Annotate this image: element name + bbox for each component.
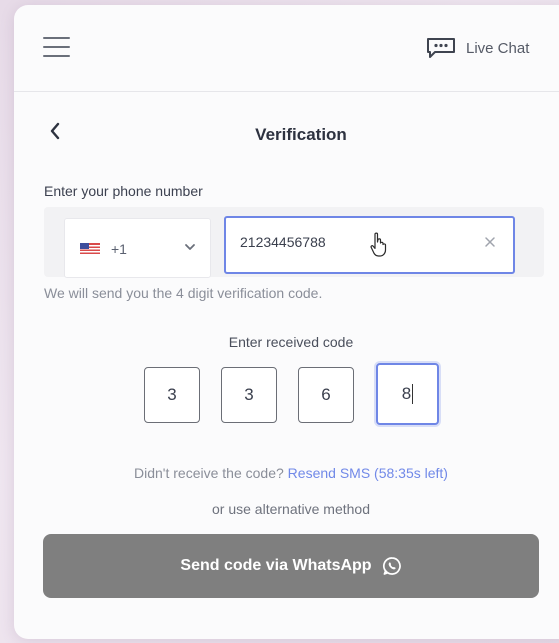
- country-dial-code: +1: [111, 241, 127, 257]
- verification-note: We will send you the 4 digit verificatio…: [44, 285, 323, 301]
- verification-card: Live Chat Verification Enter your phone …: [14, 5, 559, 639]
- phone-number-input[interactable]: [240, 234, 440, 250]
- code-digit-1-value: 3: [167, 385, 177, 404]
- resend-prompt: Didn't receive the code?: [134, 465, 284, 481]
- chat-bubble-icon: [427, 38, 455, 58]
- phone-number-label: Enter your phone number: [44, 183, 203, 199]
- hamburger-icon[interactable]: [43, 37, 70, 57]
- alternative-method-text: or use alternative method: [212, 501, 370, 517]
- us-flag-icon: [80, 243, 100, 254]
- resend-line: Didn't receive the code? Resend SMS (58:…: [44, 465, 538, 481]
- code-digit-2[interactable]: 3: [221, 367, 277, 423]
- send-via-whatsapp-button[interactable]: Send code via WhatsApp: [43, 534, 539, 598]
- code-digit-4[interactable]: 8: [376, 363, 439, 425]
- code-digit-3-value: 6: [321, 385, 331, 404]
- code-digit-3[interactable]: 6: [298, 367, 354, 423]
- code-digit-2-value: 3: [244, 385, 254, 404]
- resend-sms-link[interactable]: Resend SMS (58:35s left): [288, 465, 448, 481]
- whatsapp-icon: [382, 557, 401, 575]
- whatsapp-button-label: Send code via WhatsApp: [180, 557, 372, 574]
- page-title: Verification: [255, 125, 347, 144]
- code-label: Enter received code: [228, 334, 354, 350]
- text-caret: [412, 384, 414, 404]
- back-chevron-icon[interactable]: [47, 121, 63, 141]
- phone-number-field[interactable]: [224, 216, 515, 274]
- live-chat-button[interactable]: Live Chat: [426, 37, 529, 59]
- live-chat-label: Live Chat: [466, 39, 530, 57]
- chevron-down-icon: [185, 244, 195, 250]
- top-bar: Live Chat: [14, 5, 559, 92]
- clear-input-icon[interactable]: [483, 235, 497, 249]
- hand-cursor-icon: [370, 232, 387, 257]
- country-code-select[interactable]: +1: [64, 218, 211, 278]
- code-digit-4-value: 8: [401, 384, 412, 403]
- code-digit-1[interactable]: 3: [144, 367, 200, 423]
